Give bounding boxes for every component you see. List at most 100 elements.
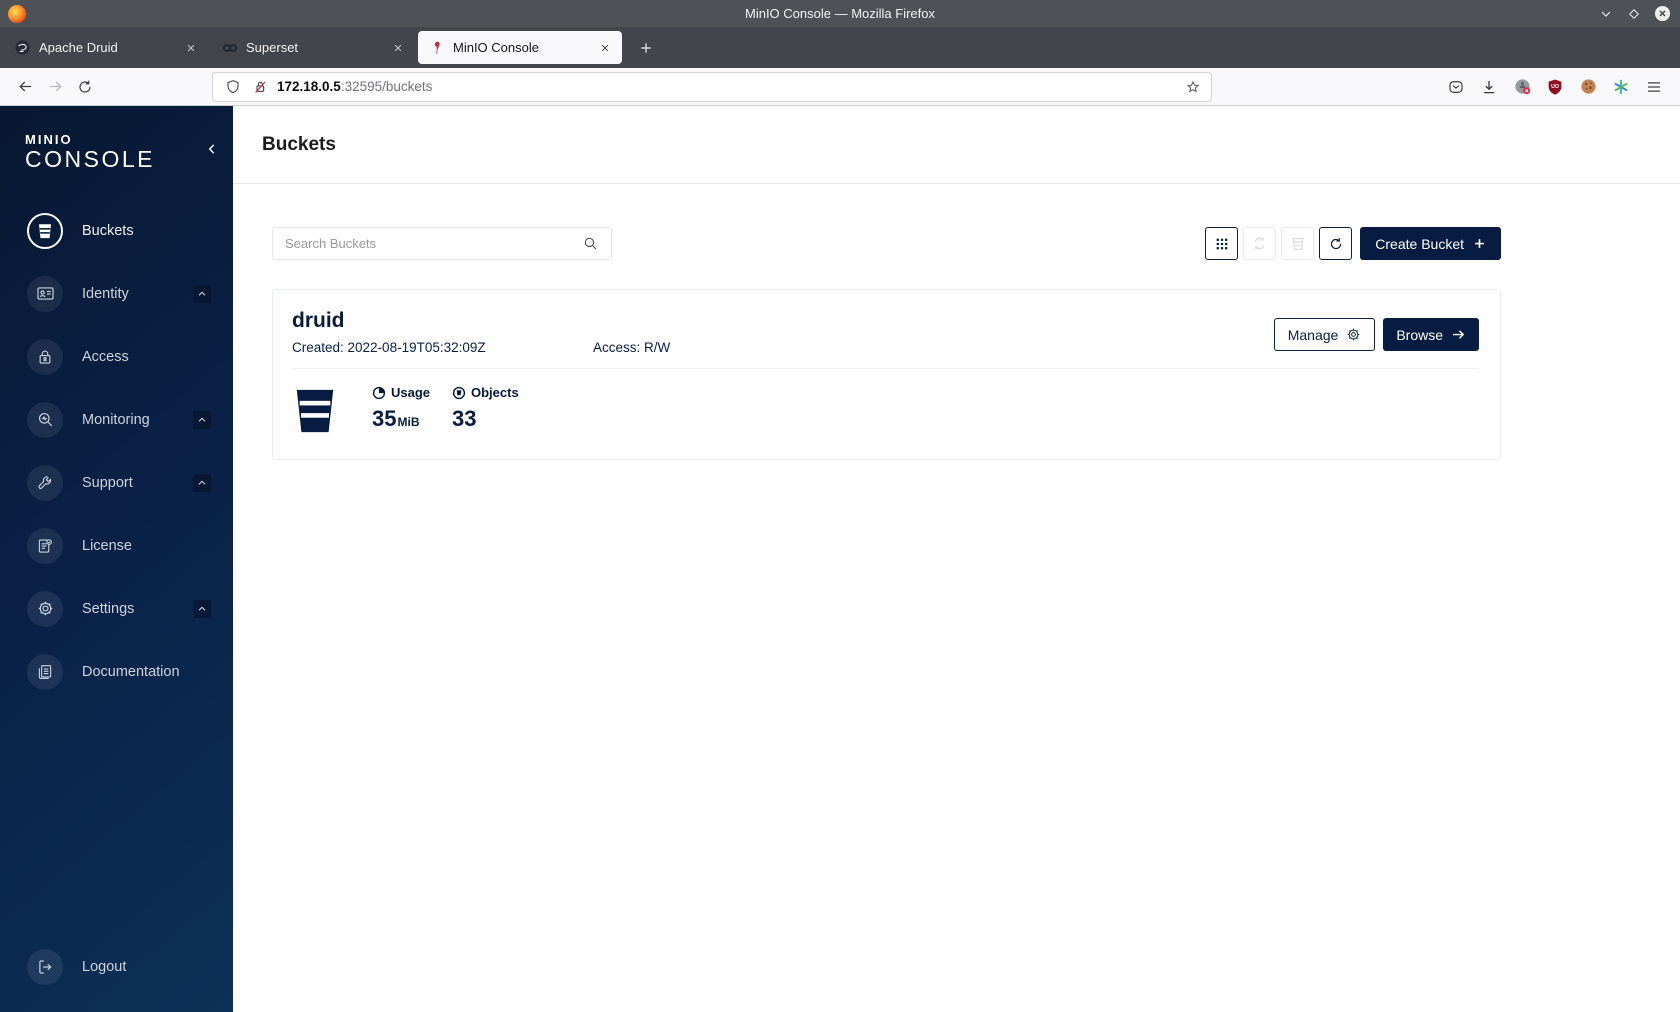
sidebar-item-label: Identity: [82, 285, 129, 302]
tab-label: Apache Druid: [39, 40, 118, 55]
search-icon: [582, 235, 599, 252]
sidebar-item-label: Monitoring: [82, 411, 150, 428]
window-close-button[interactable]: [1652, 4, 1672, 24]
pocket-icon[interactable]: [1446, 77, 1466, 97]
window-controls: [1596, 4, 1680, 24]
reload-button[interactable]: [70, 72, 100, 102]
bucket-access-label: Access: R/W: [593, 340, 671, 355]
page-title: Buckets: [262, 133, 336, 155]
chevron-up-icon: [193, 599, 211, 618]
ublock-icon[interactable]: UO: [1545, 77, 1565, 97]
sidebar-item-monitoring[interactable]: Monitoring: [0, 388, 233, 451]
usage-label: Usage: [391, 385, 431, 400]
objects-circle-icon: [452, 386, 466, 400]
sidebar-item-support[interactable]: Support: [0, 451, 233, 514]
druid-favicon: [14, 39, 31, 56]
gear-icon: [1346, 327, 1361, 342]
main-area: Buckets Search Buckets Create Bucket dru…: [233, 106, 1680, 1012]
delete-buckets-button[interactable]: [1281, 227, 1315, 260]
toolbar-extensions: UO: [1446, 77, 1670, 97]
chevron-up-icon: [193, 473, 211, 492]
new-tab-button[interactable]: [631, 33, 661, 63]
sidebar-item-documentation[interactable]: Documentation: [0, 640, 233, 703]
tab-superset[interactable]: Superset: [211, 31, 415, 64]
browse-button[interactable]: Browse: [1383, 318, 1479, 351]
back-button[interactable]: [10, 72, 40, 102]
url-path: :32595/buckets: [340, 79, 433, 94]
cookie-icon[interactable]: [1578, 77, 1598, 97]
bucket-name[interactable]: druid: [292, 309, 670, 333]
sidebar-item-settings[interactable]: Settings: [0, 577, 233, 640]
set-replication-button[interactable]: [1243, 227, 1277, 260]
usage-metric: Usage 35 MiB: [372, 385, 452, 430]
search-box: [272, 227, 612, 260]
svg-text:UO: UO: [1551, 84, 1559, 90]
bucket-card-druid: druid Created: 2022-08-19T05:32:09Z Acce…: [272, 289, 1501, 460]
tracking-shield-icon[interactable]: [223, 77, 243, 97]
bucket-created-label: Created: 2022-08-19T05:32:09Z: [292, 340, 486, 355]
tab-bar: Apache Druid Superset MinIO Console: [0, 27, 1680, 68]
url-text[interactable]: 172.18.0.5:32595/buckets: [277, 79, 432, 94]
sidebar-item-license[interactable]: License: [0, 514, 233, 577]
bucket-card-info: druid Created: 2022-08-19T05:32:09Z Acce…: [292, 309, 670, 355]
create-bucket-button[interactable]: Create Bucket: [1360, 227, 1501, 260]
sidebar-collapse-icon[interactable]: [205, 142, 219, 161]
sidebar: MINIO CONSOLE Buckets Identity Access Mo…: [0, 106, 233, 1012]
sidebar-item-label: Documentation: [82, 663, 180, 680]
identity-card-icon: [27, 275, 63, 312]
extension-disabled-icon[interactable]: [1512, 77, 1532, 97]
asterisk-extension-icon[interactable]: [1611, 77, 1631, 97]
sidebar-item-label: Logout: [82, 958, 127, 975]
bookmark-star-icon[interactable]: [1185, 79, 1201, 95]
window-title: MinIO Console — Mozilla Firefox: [745, 6, 935, 21]
objects-metric: Objects 33: [452, 385, 532, 430]
chevron-up-icon: [193, 284, 211, 303]
logo-minio: MINIO: [25, 132, 73, 147]
usage-unit: MiB: [397, 415, 420, 429]
insecure-lock-icon[interactable]: [250, 77, 270, 97]
browse-label: Browse: [1396, 326, 1443, 343]
minio-favicon: [428, 39, 445, 56]
list-view-toggle-button[interactable]: [1205, 227, 1239, 260]
usage-pie-icon: [372, 386, 386, 400]
bucket-icon-large: [292, 387, 338, 435]
tab-label: Superset: [246, 40, 299, 55]
sidebar-item-label: Support: [82, 474, 133, 491]
arrow-right-icon: [1451, 327, 1466, 342]
refresh-button[interactable]: [1319, 227, 1353, 260]
create-bucket-label: Create Bucket: [1375, 235, 1464, 252]
url-bar[interactable]: 172.18.0.5:32595/buckets: [212, 71, 1212, 102]
manage-button[interactable]: Manage: [1273, 318, 1376, 351]
sidebar-item-identity[interactable]: Identity: [0, 262, 233, 325]
tab-label: MinIO Console: [453, 40, 539, 55]
sidebar-item-buckets[interactable]: Buckets: [0, 199, 233, 262]
sidebar-item-access[interactable]: Access: [0, 325, 233, 388]
manage-label: Manage: [1287, 326, 1339, 343]
plus-icon: [1473, 237, 1486, 250]
card-divider: [292, 368, 1479, 369]
sidebar-item-logout[interactable]: Logout: [0, 935, 233, 998]
minio-console-logo: MINIO CONSOLE: [0, 106, 233, 171]
tab-apache-druid[interactable]: Apache Druid: [4, 31, 208, 64]
usage-value: 35: [372, 406, 397, 431]
sidebar-item-label: Settings: [82, 600, 135, 617]
wrench-icon: [27, 464, 63, 501]
menu-hamburger-icon[interactable]: [1644, 77, 1664, 97]
sidebar-item-label: Access: [82, 348, 129, 365]
sidebar-item-label: Buckets: [82, 222, 134, 239]
tab-close-icon[interactable]: [182, 39, 200, 57]
tab-close-icon[interactable]: [596, 39, 614, 57]
gear-icon: [27, 590, 63, 627]
window-maximize-button[interactable]: [1624, 4, 1644, 24]
tab-close-icon[interactable]: [389, 39, 407, 57]
objects-label: Objects: [471, 385, 519, 400]
window-minimize-button[interactable]: [1596, 4, 1616, 24]
chevron-up-icon: [193, 410, 211, 429]
search-input[interactable]: [285, 236, 582, 251]
sidebar-menu: Buckets Identity Access Monitoring Suppo…: [0, 199, 233, 703]
downloads-icon[interactable]: [1479, 77, 1499, 97]
logout-icon: [27, 948, 63, 985]
tab-minio-console[interactable]: MinIO Console: [418, 31, 622, 64]
forward-button[interactable]: [40, 72, 70, 102]
lock-icon: [27, 338, 63, 375]
